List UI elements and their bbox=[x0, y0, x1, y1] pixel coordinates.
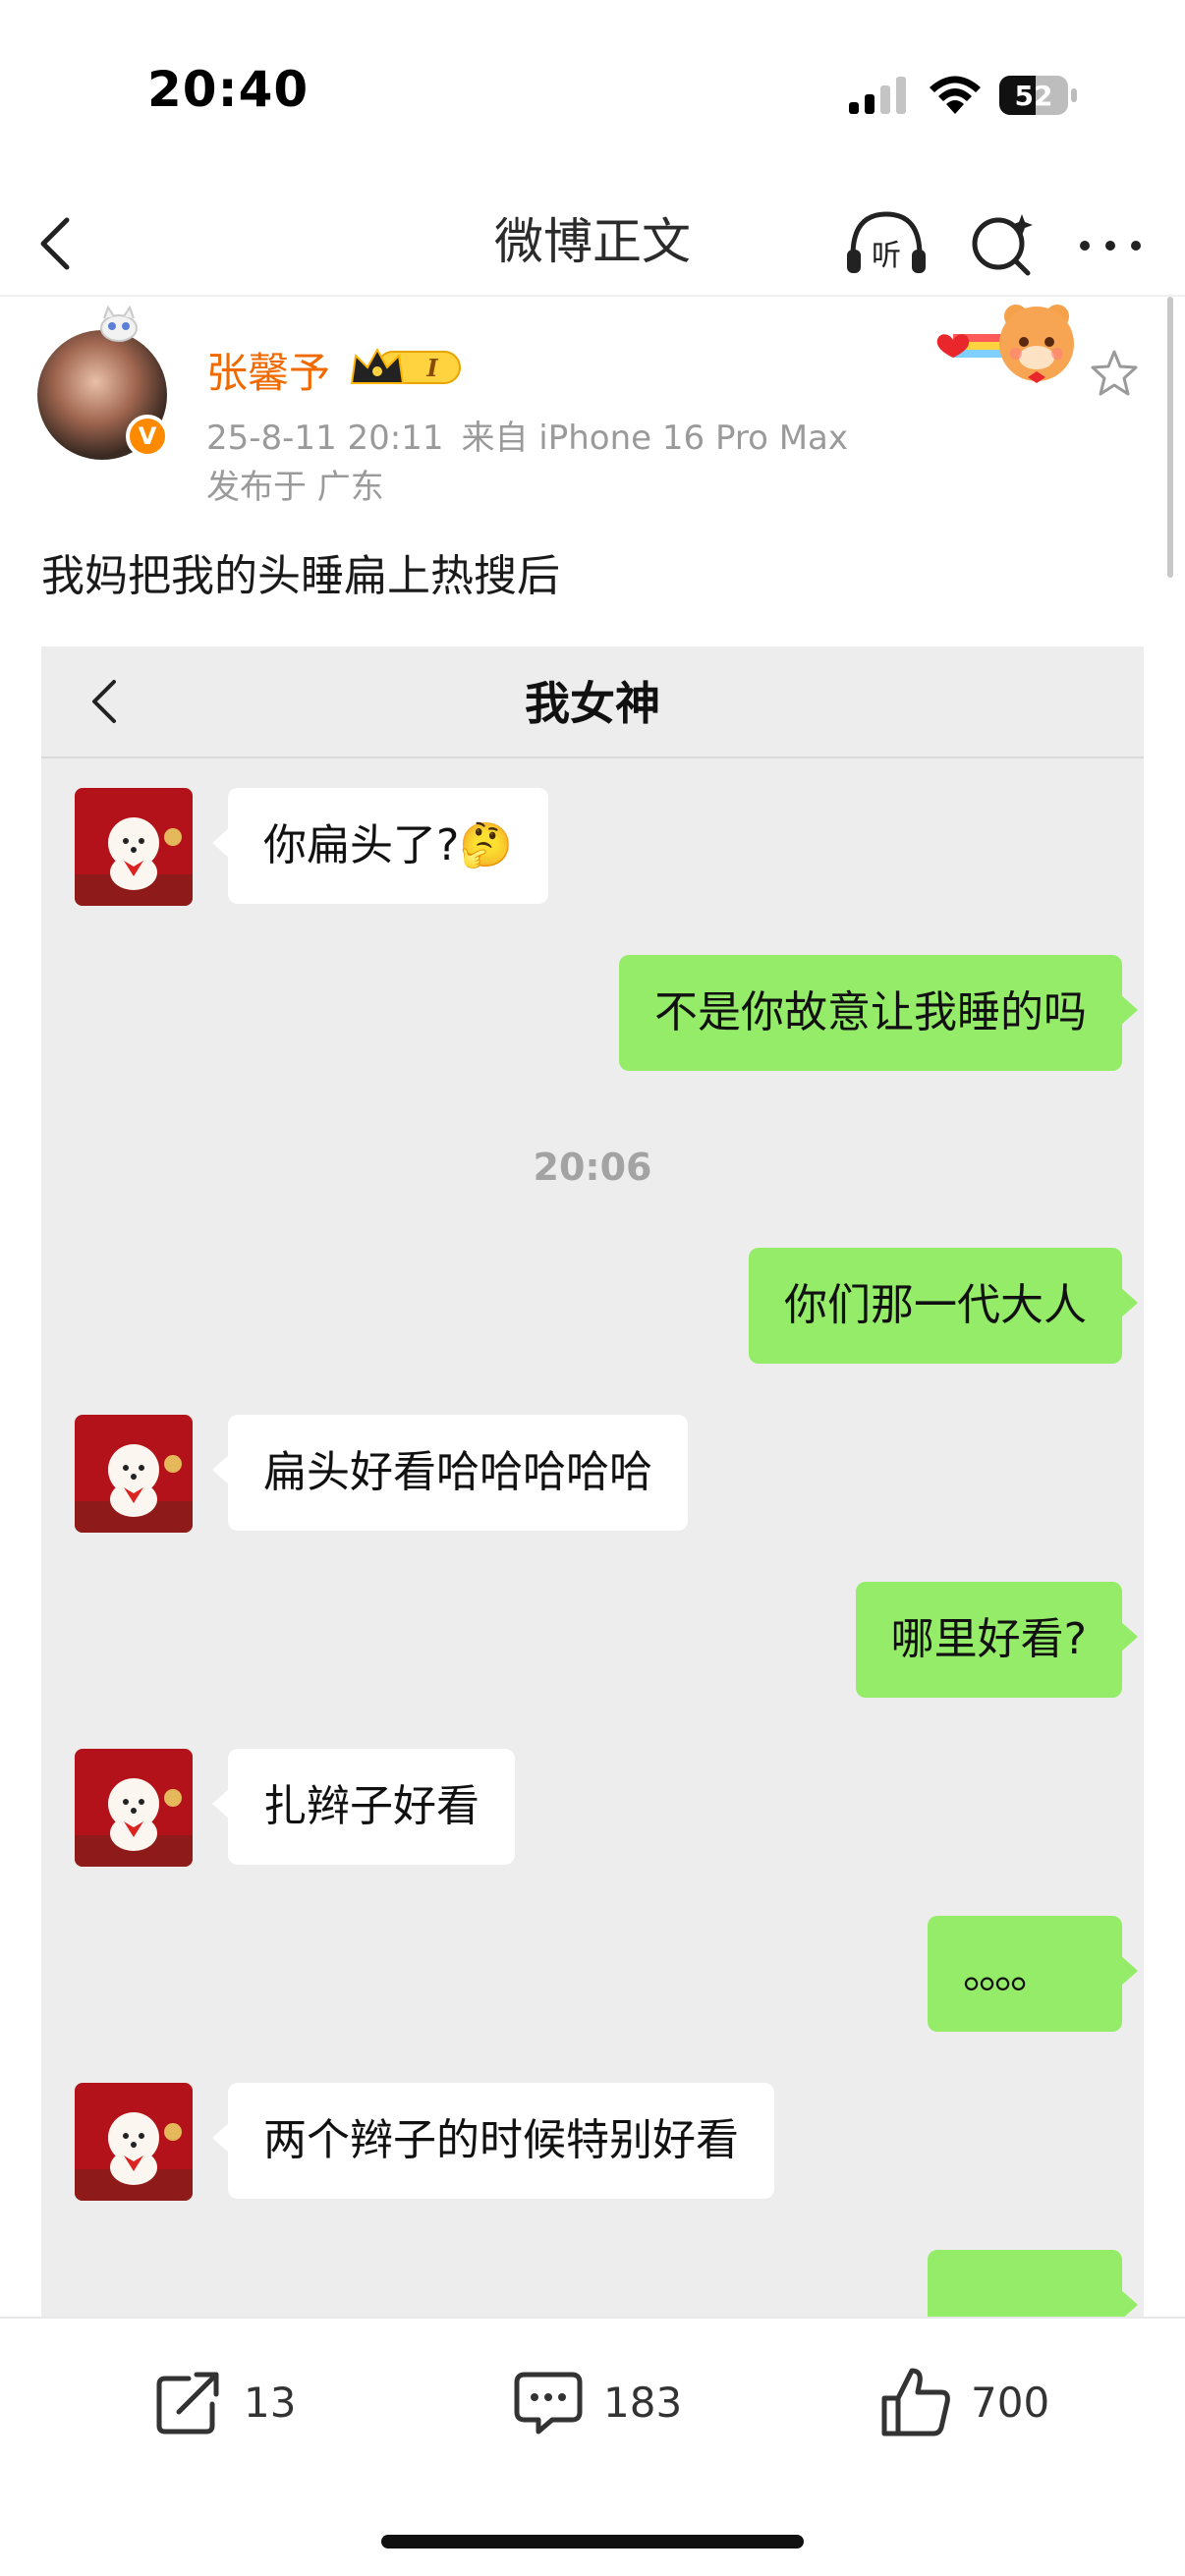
author-name[interactable]: 张馨予 bbox=[206, 340, 330, 400]
post-meta: 25-8-11 20:11 来自 iPhone 16 Pro Max bbox=[206, 411, 848, 459]
post-source: 来自 iPhone 16 Pro Max bbox=[461, 419, 849, 458]
status-time: 20:40 bbox=[147, 61, 310, 118]
listen-headphones-icon[interactable]: 听 bbox=[843, 200, 930, 285]
search-icon[interactable] bbox=[963, 200, 1042, 285]
avatar-pendant-icon bbox=[100, 305, 138, 342]
battery-icon: 52 bbox=[998, 75, 1079, 116]
verified-badge: V bbox=[126, 415, 169, 458]
chat-timestamp: 20:06 bbox=[533, 1146, 652, 1189]
home-indicator bbox=[381, 2535, 804, 2548]
vip-crown-badge[interactable]: I bbox=[348, 346, 464, 389]
dog-avatar bbox=[75, 1415, 193, 1533]
vip-level: I bbox=[425, 354, 438, 382]
post-date: 25-8-11 20:11 bbox=[206, 419, 444, 458]
received-message-bubble: 扎辫子好看 bbox=[212, 1749, 515, 1865]
thumbs-up-icon bbox=[881, 2368, 950, 2436]
share-icon bbox=[156, 2372, 219, 2435]
like-count: 700 bbox=[971, 2378, 1050, 2427]
chat-header: 我女神 bbox=[41, 646, 1144, 758]
cellular-signal-icon bbox=[849, 77, 906, 114]
post-image-chat-screenshot[interactable]: 我女神 你扁头了?🤔 不是你故意让我睡的吗 20:06 你们那一代大人 扁头好看… bbox=[41, 646, 1144, 2317]
post-text: 我妈把我的头睡扁上热搜后 bbox=[41, 551, 560, 601]
more-options-icon[interactable] bbox=[1071, 216, 1150, 275]
received-message-bubble: 扁头好看哈哈哈哈哈 bbox=[212, 1415, 688, 1531]
repost-button[interactable]: 13 bbox=[149, 2358, 296, 2446]
battery-level: 52 bbox=[1015, 80, 1053, 112]
comment-count: 183 bbox=[603, 2378, 683, 2427]
bear-card-decoration-icon bbox=[936, 305, 1074, 383]
like-button[interactable]: 700 bbox=[876, 2358, 1049, 2446]
comment-icon bbox=[514, 2372, 583, 2435]
nav-bar: 微博正文 听 bbox=[0, 187, 1185, 297]
chat-title: 我女神 bbox=[525, 677, 660, 730]
sent-message-bubble: 。。。。 bbox=[928, 1916, 1138, 2032]
dog-avatar bbox=[75, 2083, 193, 2201]
sent-message-bubble: 哪里好看? bbox=[855, 1582, 1139, 1698]
repost-count: 13 bbox=[244, 2378, 297, 2427]
received-message-bubble: 你扁头了?🤔 bbox=[211, 788, 549, 904]
sent-message-bubble bbox=[928, 2250, 1138, 2317]
comment-button[interactable]: 183 bbox=[509, 2358, 682, 2446]
favorite-star-icon[interactable] bbox=[1089, 348, 1140, 399]
post-location: 发布于 广东 bbox=[206, 468, 384, 507]
status-bar: 20:40 52 bbox=[0, 0, 1185, 187]
listen-label: 听 bbox=[872, 239, 901, 273]
wifi-icon bbox=[930, 76, 981, 114]
sent-message-bubble: 你们那一代大人 bbox=[749, 1248, 1138, 1364]
received-message-bubble: 两个辫子的时候特别好看 bbox=[212, 2083, 774, 2199]
dog-avatar bbox=[75, 1749, 193, 1867]
dog-avatar bbox=[75, 788, 193, 906]
sent-message-bubble: 不是你故意让我睡的吗 bbox=[619, 955, 1138, 1071]
scrollbar[interactable] bbox=[1167, 297, 1173, 578]
